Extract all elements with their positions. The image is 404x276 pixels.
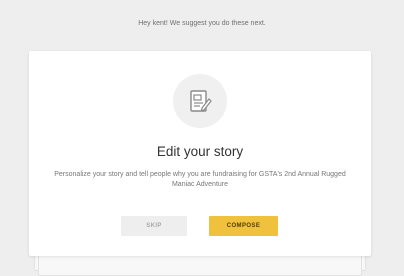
compose-button[interactable]: COMPOSE — [209, 216, 278, 236]
suggestion-card: Edit your story Personalize your story a… — [29, 51, 371, 256]
stacked-card-back — [38, 254, 362, 276]
edit-document-icon — [190, 90, 212, 112]
suggestion-intro-text: Hey kent! We suggest you do these next. — [138, 20, 266, 27]
icon-circle — [173, 74, 227, 128]
card-title: Edit your story — [156, 144, 244, 159]
skip-button[interactable]: SKIP — [121, 216, 187, 236]
card-description: Personalize your story and tell people w… — [54, 171, 346, 188]
